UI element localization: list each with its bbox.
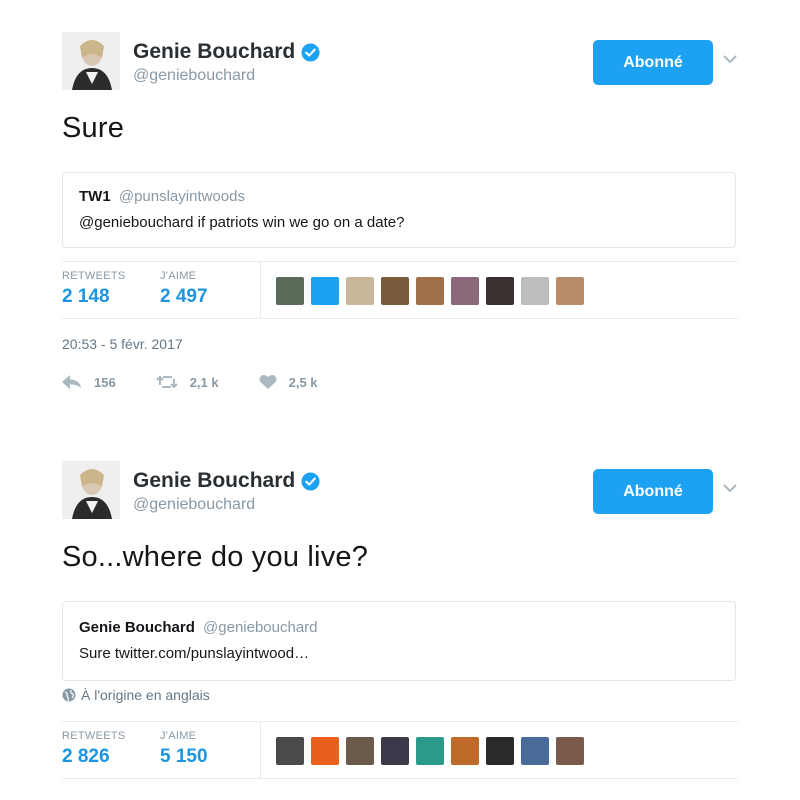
retweet-icon — [155, 375, 178, 389]
likes-stat[interactable]: J'AIME 2 497 — [160, 270, 208, 308]
quoted-tweet-text: Sure twitter.com/punslayintwood… — [79, 645, 310, 662]
liker-avatar[interactable] — [416, 277, 444, 305]
tweet-timestamp[interactable]: 20:53 - 5 févr. 2017 — [62, 336, 183, 352]
quoted-author-name: TW1 — [79, 188, 111, 205]
liker-avatar[interactable] — [416, 737, 444, 765]
verified-badge-icon — [301, 42, 320, 62]
quoted-tweet[interactable]: Genie Bouchard @geniebouchard Sure twitt… — [62, 601, 736, 681]
like-count: 2,5 k — [288, 374, 318, 390]
heart-icon — [259, 374, 277, 389]
tweet-stats: RETWEETS 2 148 J'AIME 2 497 — [62, 261, 738, 319]
author-avatar[interactable] — [62, 32, 120, 90]
reply-icon — [62, 375, 81, 389]
liker-avatar[interactable] — [451, 737, 479, 765]
chevron-down-icon[interactable] — [722, 54, 738, 64]
retweets-label: RETWEETS — [62, 270, 126, 282]
author-name[interactable]: Genie Bouchard — [133, 40, 320, 64]
liker-avatar[interactable] — [381, 737, 409, 765]
liker-avatar[interactable] — [556, 737, 584, 765]
like-action[interactable]: 2,5 k — [259, 374, 318, 390]
tweet-stats: RETWEETS 2 826 J'AIME 5 150 — [62, 721, 738, 779]
retweet-action[interactable]: 2,1 k — [155, 374, 219, 390]
author-avatar[interactable] — [62, 461, 120, 519]
author-name[interactable]: Genie Bouchard — [133, 469, 320, 493]
retweet-count: 2,1 k — [189, 374, 219, 390]
liker-avatar[interactable] — [521, 277, 549, 305]
retweets-stat[interactable]: RETWEETS 2 826 — [62, 730, 126, 768]
likers-avatars — [276, 737, 591, 765]
liker-avatar[interactable] — [556, 277, 584, 305]
tweet-actions: 156 2,1 k 2,5 k — [62, 374, 358, 390]
liker-avatar[interactable] — [521, 737, 549, 765]
quoted-tweet-text: @geniebouchard if patriots win we go on … — [79, 214, 405, 231]
tweet-text: So...where do you live? — [62, 541, 369, 573]
liker-avatar[interactable] — [381, 277, 409, 305]
translation-note[interactable]: À l'origine en anglais — [62, 687, 210, 703]
follow-button[interactable]: Abonné — [593, 40, 713, 85]
liker-avatar[interactable] — [311, 737, 339, 765]
follow-button[interactable]: Abonné — [593, 469, 713, 514]
verified-badge-icon — [301, 471, 320, 491]
tweet-text: Sure — [62, 112, 125, 144]
stats-divider — [260, 722, 261, 778]
likers-avatars — [276, 277, 591, 305]
quoted-author-name: Genie Bouchard — [79, 619, 195, 636]
liker-avatar[interactable] — [486, 277, 514, 305]
chevron-down-icon[interactable] — [722, 483, 738, 493]
liker-avatar[interactable] — [276, 737, 304, 765]
author-handle[interactable]: @geniebouchard — [133, 496, 255, 514]
reply-count: 156 — [94, 374, 116, 390]
likes-stat[interactable]: J'AIME 5 150 — [160, 730, 208, 768]
liker-avatar[interactable] — [346, 277, 374, 305]
retweets-label: RETWEETS — [62, 730, 126, 742]
likes-value: 5 150 — [160, 746, 208, 767]
reply-action[interactable]: 156 — [62, 375, 116, 390]
retweets-value: 2 826 — [62, 746, 110, 767]
liker-avatar[interactable] — [311, 277, 339, 305]
liker-avatar[interactable] — [346, 737, 374, 765]
liker-avatar[interactable] — [276, 277, 304, 305]
liker-avatar[interactable] — [451, 277, 479, 305]
liker-avatar[interactable] — [486, 737, 514, 765]
author-handle[interactable]: @geniebouchard — [133, 67, 255, 85]
quoted-author-handle: @geniebouchard — [203, 619, 318, 636]
stats-divider — [260, 262, 261, 318]
quoted-author-handle: @punslayintwoods — [118, 188, 245, 205]
likes-label: J'AIME — [160, 730, 197, 742]
translation-label: À l'origine en anglais — [81, 687, 210, 703]
likes-label: J'AIME — [160, 270, 197, 282]
likes-value: 2 497 — [160, 286, 208, 307]
retweets-stat[interactable]: RETWEETS 2 148 — [62, 270, 126, 308]
retweets-value: 2 148 — [62, 286, 110, 307]
quoted-tweet[interactable]: TW1 @punslayintwoods @geniebouchard if p… — [62, 172, 736, 248]
globe-icon — [62, 688, 76, 702]
